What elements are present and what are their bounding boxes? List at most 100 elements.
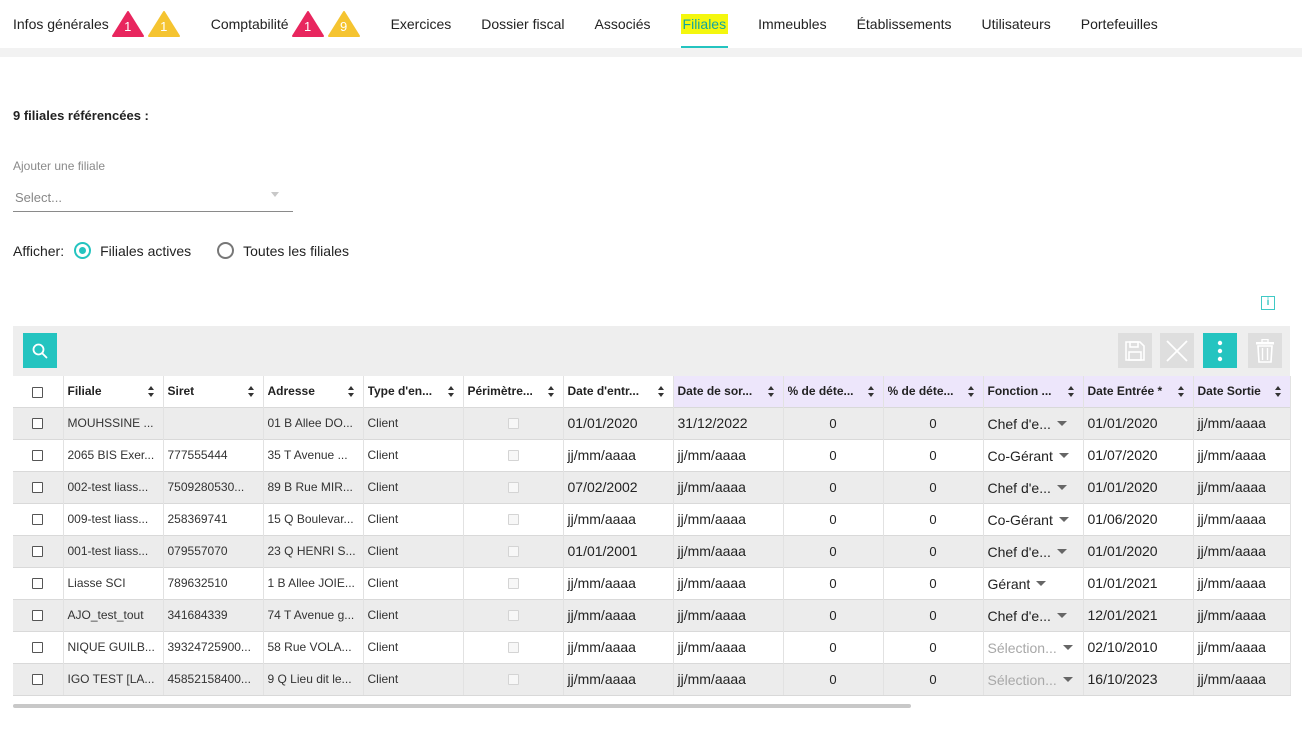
cell-date-entree[interactable]: 02/10/2010	[1083, 630, 1194, 663]
radio-checked-icon[interactable]	[74, 242, 92, 259]
chevron-down-icon[interactable]	[1056, 421, 1067, 427]
cell-date-sortie[interactable]: jj/mm/aaaa	[1193, 406, 1291, 439]
tab-5[interactable]: Filiales	[680, 0, 729, 48]
sort-icon[interactable]	[1274, 386, 1282, 398]
cell-adresse[interactable]: 1 B Allee JOIE...	[263, 566, 364, 599]
chevron-down-icon[interactable]	[1058, 453, 1069, 459]
cell-fonction-dropdown[interactable]: Co-Gérant	[983, 438, 1084, 471]
cell-filiale[interactable]: AJO_test_tout	[63, 598, 164, 631]
cancel-button[interactable]	[1160, 333, 1194, 368]
cell-siret[interactable]: 7509280530...	[163, 470, 264, 503]
cell-adresse[interactable]: 58 Rue VOLA...	[263, 630, 364, 663]
sort-icon[interactable]	[147, 386, 155, 398]
chevron-down-icon[interactable]	[1056, 485, 1067, 491]
tab-3[interactable]: Dossier fiscal	[481, 0, 564, 48]
cell-date-sortie-pct[interactable]: jj/mm/aaaa	[673, 598, 784, 631]
cell-pct-detention-1[interactable]: 0	[783, 630, 884, 663]
cell-type[interactable]: Client	[363, 598, 464, 631]
table-row[interactable]: 001-test liass... 079557070 23 Q HENRI S..…	[13, 534, 1291, 567]
cell-siret[interactable]: 789632510	[163, 566, 264, 599]
sort-icon[interactable]	[767, 386, 775, 398]
cell-filiale[interactable]: 001-test liass...	[63, 534, 164, 567]
cell-filiale[interactable]: 002-test liass...	[63, 470, 164, 503]
row-checkbox[interactable]	[32, 482, 44, 494]
cell-pct-detention-2[interactable]: 0	[883, 662, 984, 696]
cell-fonction-dropdown[interactable]: Chef d'e...	[983, 598, 1084, 631]
row-checkbox[interactable]	[32, 578, 44, 590]
cell-fonction-dropdown[interactable]: Chef d'e...	[983, 470, 1084, 503]
cell-filiale[interactable]: MOUHSSINE ...	[63, 406, 164, 439]
column-header-date_entree[interactable]: Date Entrée *	[1083, 376, 1194, 407]
more-options-button[interactable]	[1203, 333, 1237, 368]
cell-siret[interactable]: 341684339	[163, 598, 264, 631]
cell-type[interactable]: Client	[363, 662, 464, 696]
select-all-checkbox[interactable]	[32, 386, 44, 398]
table-row[interactable]: Liasse SCI 789632510 1 B Allee JOIE... Clie…	[13, 566, 1291, 599]
tab-0[interactable]: Infos générales 1 1	[13, 0, 181, 48]
cell-type[interactable]: Client	[363, 406, 464, 439]
column-header-date_sortie_pct[interactable]: Date de sor...	[673, 376, 784, 407]
chevron-down-icon[interactable]	[1056, 549, 1067, 555]
cell-filiale[interactable]: 2065 BIS Exer...	[63, 438, 164, 471]
column-header-adresse[interactable]: Adresse	[263, 376, 364, 407]
tab-9[interactable]: Portefeuilles	[1081, 0, 1158, 48]
row-checkbox[interactable]	[32, 514, 44, 526]
cell-pct-detention-1[interactable]: 0	[783, 566, 884, 599]
cell-fonction-dropdown[interactable]: Sélection...	[983, 630, 1084, 663]
cell-date-entree[interactable]: 16/10/2023	[1083, 662, 1194, 696]
chevron-down-icon[interactable]	[1036, 581, 1047, 587]
row-checkbox[interactable]	[32, 546, 44, 558]
cell-date-entree[interactable]: 12/01/2021	[1083, 598, 1194, 631]
row-checkbox[interactable]	[32, 642, 44, 654]
radio-unchecked-icon[interactable]	[217, 242, 235, 259]
horizontal-scrollbar[interactable]	[13, 704, 911, 708]
cell-siret[interactable]: 39324725900...	[163, 630, 264, 663]
cell-date-sortie[interactable]: jj/mm/aaaa	[1193, 662, 1291, 696]
cell-date-sortie[interactable]: jj/mm/aaaa	[1193, 534, 1291, 567]
cell-adresse[interactable]: 35 T Avenue ...	[263, 438, 364, 471]
chevron-down-icon[interactable]	[1062, 645, 1073, 651]
cell-date-entree-pct[interactable]: jj/mm/aaaa	[563, 630, 674, 663]
radio-all-subsidiaries[interactable]: Toutes les filiales	[217, 242, 349, 259]
cell-fonction-dropdown[interactable]: Gérant	[983, 566, 1084, 599]
column-header-pct1[interactable]: % de déte...	[783, 376, 884, 407]
cell-filiale[interactable]: 009-test liass...	[63, 502, 164, 535]
sort-icon[interactable]	[547, 386, 555, 398]
cell-pct-detention-1[interactable]: 0	[783, 598, 884, 631]
chevron-down-icon[interactable]	[1056, 613, 1067, 619]
cell-date-entree-pct[interactable]: jj/mm/aaaa	[563, 502, 674, 535]
sort-icon[interactable]	[1067, 386, 1075, 398]
delete-button[interactable]	[1248, 333, 1282, 368]
cell-date-entree-pct[interactable]: jj/mm/aaaa	[563, 438, 674, 471]
cell-type[interactable]: Client	[363, 470, 464, 503]
column-header-fonction[interactable]: Fonction ...	[983, 376, 1084, 407]
cell-pct-detention-1[interactable]: 0	[783, 406, 884, 439]
cell-date-sortie-pct[interactable]: jj/mm/aaaa	[673, 662, 784, 696]
cell-date-sortie[interactable]: jj/mm/aaaa	[1193, 502, 1291, 535]
cell-date-entree[interactable]: 01/01/2021	[1083, 566, 1194, 599]
info-icon[interactable]: i	[1261, 296, 1275, 310]
cell-fonction-dropdown[interactable]: Chef d'e...	[983, 406, 1084, 439]
cell-pct-detention-1[interactable]: 0	[783, 662, 884, 696]
cell-date-entree[interactable]: 01/06/2020	[1083, 502, 1194, 535]
cell-fonction-dropdown[interactable]: Sélection...	[983, 662, 1084, 696]
tab-6[interactable]: Immeubles	[758, 0, 826, 48]
column-header-date_sortie[interactable]: Date Sortie	[1193, 376, 1291, 407]
cell-pct-detention-2[interactable]: 0	[883, 406, 984, 439]
row-checkbox[interactable]	[32, 418, 44, 430]
cell-siret[interactable]: 079557070	[163, 534, 264, 567]
cell-pct-detention-2[interactable]: 0	[883, 534, 984, 567]
table-row[interactable]: 002-test liass... 7509280530... 89 B Rue M…	[13, 470, 1291, 503]
table-row[interactable]: IGO TEST [LA... 45852158400... 9 Q Lieu di…	[13, 662, 1291, 696]
search-button[interactable]	[23, 333, 57, 368]
table-row[interactable]: 2065 BIS Exer... 777555444 35 T Avenue ...…	[13, 438, 1291, 471]
column-header-filiale[interactable]: Filiale	[63, 376, 164, 407]
cell-date-sortie-pct[interactable]: jj/mm/aaaa	[673, 534, 784, 567]
cell-date-entree-pct[interactable]: 07/02/2002	[563, 470, 674, 503]
cell-date-entree-pct[interactable]: jj/mm/aaaa	[563, 662, 674, 696]
cell-siret[interactable]	[163, 406, 264, 439]
cell-siret[interactable]: 777555444	[163, 438, 264, 471]
cell-adresse[interactable]: 01 B Allee DO...	[263, 406, 364, 439]
cell-type[interactable]: Client	[363, 534, 464, 567]
cell-siret[interactable]: 45852158400...	[163, 662, 264, 696]
